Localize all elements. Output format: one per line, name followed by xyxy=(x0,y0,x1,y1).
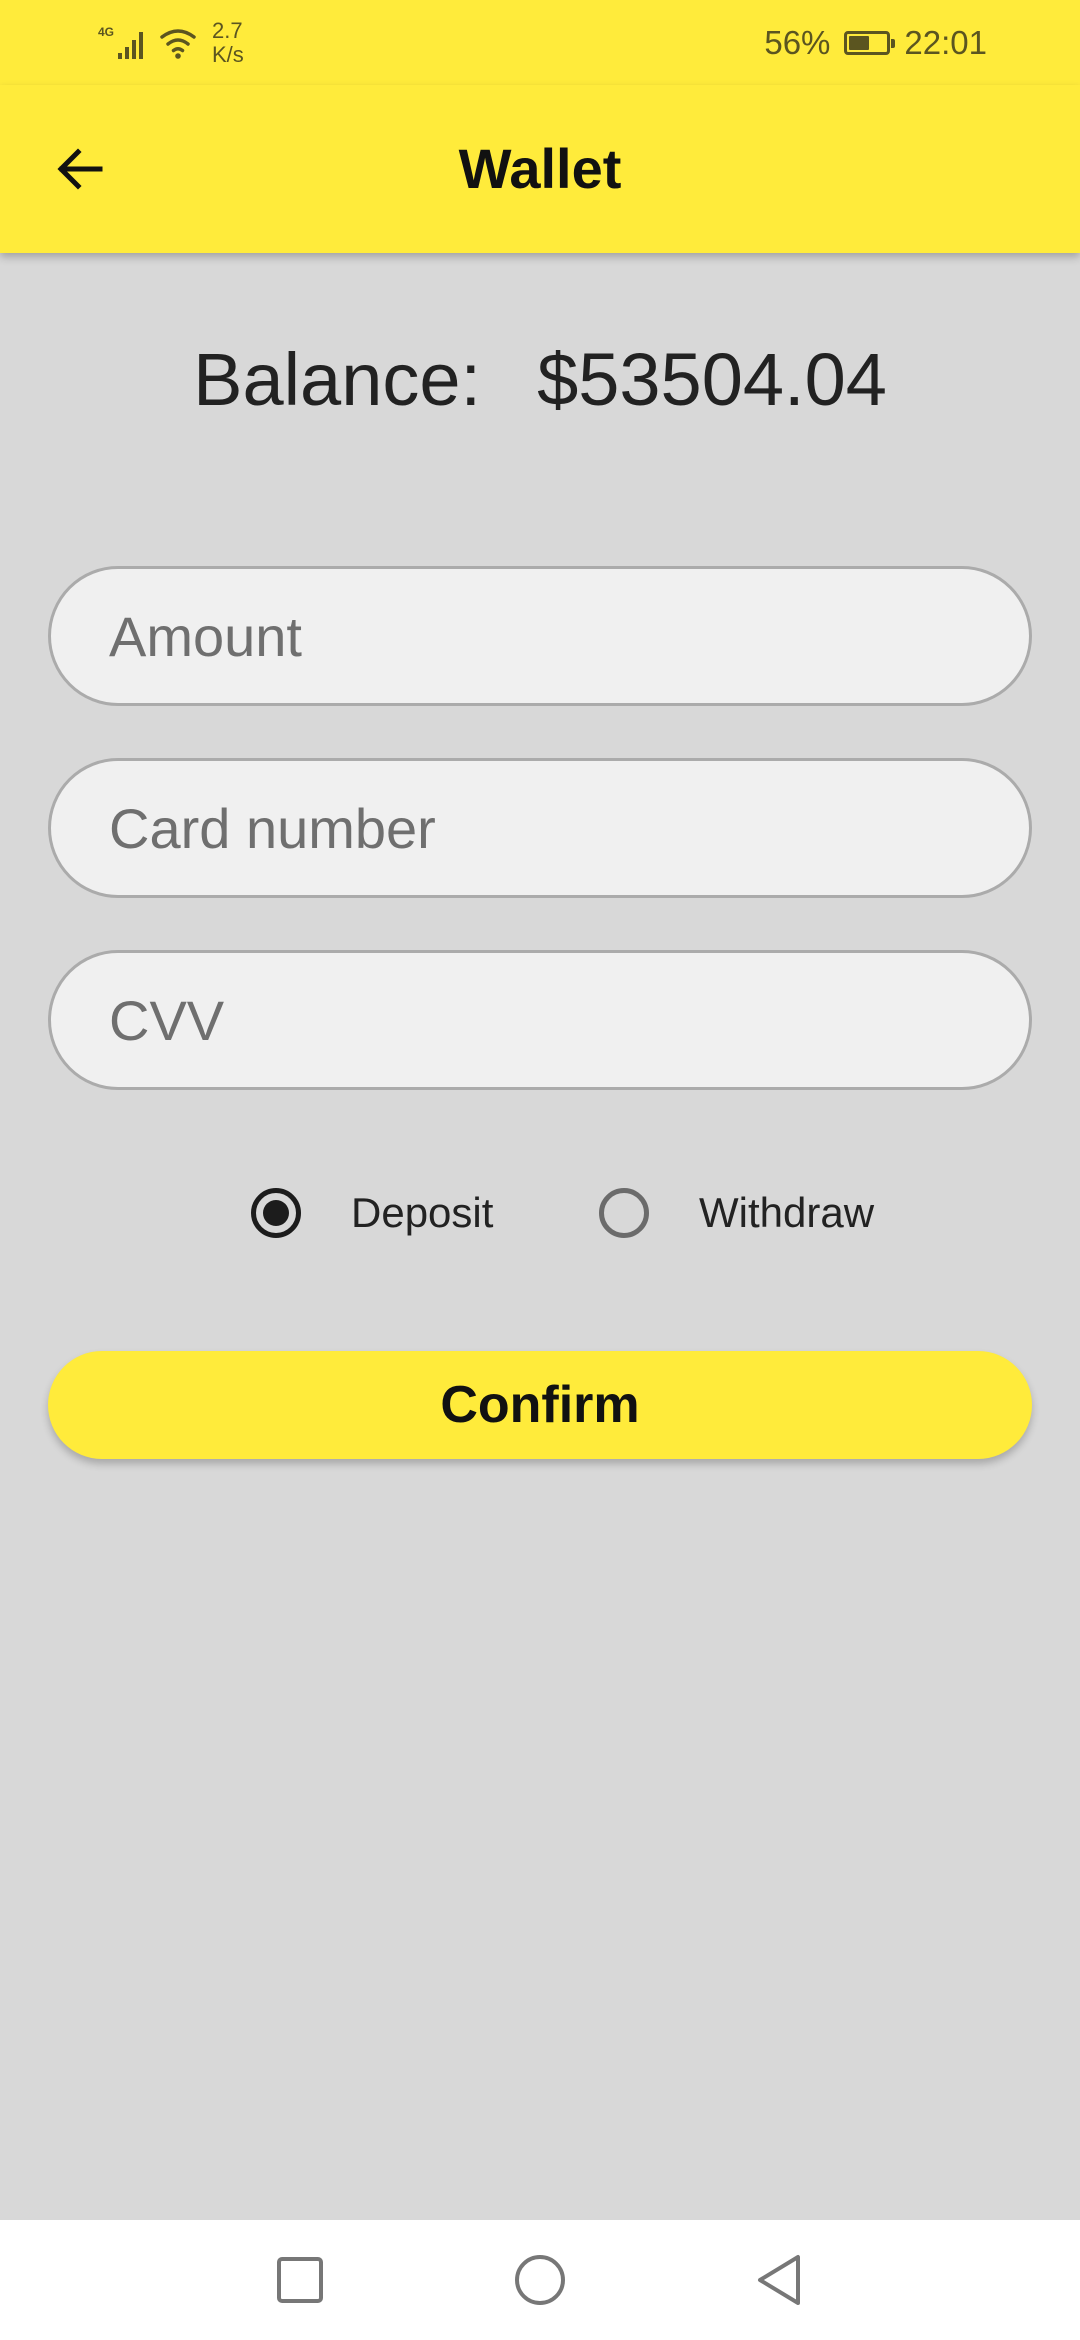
app-bar: Wallet xyxy=(0,85,1080,253)
card-number-input[interactable] xyxy=(48,758,1032,898)
radio-checked-icon xyxy=(251,1188,301,1238)
network-type-label: 4G xyxy=(98,25,114,39)
net-speed: 2.7 K/s xyxy=(212,19,244,67)
signal-icon: 4G xyxy=(98,25,143,59)
clock: 22:01 xyxy=(904,24,987,61)
confirm-button[interactable]: Confirm xyxy=(48,1351,1032,1459)
withdraw-label: Withdraw xyxy=(699,1189,875,1236)
status-bar: 4G 2.7 K/s 56% 22:01 xyxy=(0,0,1080,85)
net-speed-unit: K/s xyxy=(212,42,244,67)
deposit-label: Deposit xyxy=(351,1189,494,1236)
transaction-type-group: Deposit Withdraw xyxy=(0,1174,1080,1252)
status-right: 56% 22:01 xyxy=(764,18,987,68)
status-left: 4G 2.7 K/s xyxy=(98,18,244,68)
battery-level xyxy=(849,36,870,50)
square-icon xyxy=(277,2257,323,2303)
balance-display: Balance: $53504.04 xyxy=(0,330,1080,430)
amount-input[interactable] xyxy=(48,566,1032,706)
nav-back-button[interactable] xyxy=(745,2245,815,2315)
radio-unchecked-icon xyxy=(599,1188,649,1238)
system-nav-bar xyxy=(0,2220,1080,2340)
battery-icon xyxy=(844,31,896,55)
circle-icon xyxy=(515,2255,565,2305)
withdraw-radio[interactable]: Withdraw xyxy=(599,1174,874,1252)
recents-button[interactable] xyxy=(265,2245,335,2315)
radio-dot xyxy=(263,1200,289,1226)
battery-percent: 56% xyxy=(764,24,831,61)
page-title: Wallet xyxy=(458,137,622,200)
deposit-radio[interactable]: Deposit xyxy=(251,1174,493,1252)
net-speed-value: 2.7 xyxy=(212,18,243,43)
balance-label: Balance: xyxy=(193,338,482,421)
balance-amount: $53504.04 xyxy=(537,338,887,421)
home-button[interactable] xyxy=(505,2245,575,2315)
triangle-back-icon xyxy=(758,2255,800,2305)
cvv-input[interactable] xyxy=(48,950,1032,1090)
wifi-icon xyxy=(160,29,196,59)
